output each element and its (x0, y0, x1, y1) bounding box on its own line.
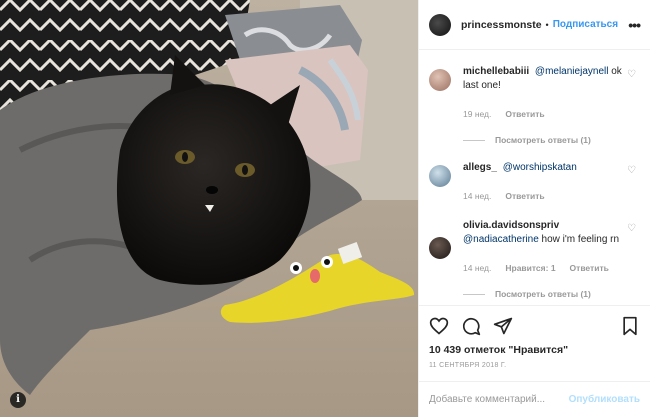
cat-photo-illustration (0, 0, 418, 417)
comment-time[interactable]: 14 нед. (463, 261, 491, 275)
add-comment-bar: Опубликовать (419, 381, 650, 417)
comment-item: michellebabiii @melaniejaynell ok last o… (429, 65, 640, 121)
follow-button[interactable]: Подписаться (553, 19, 618, 30)
share-icon[interactable] (493, 316, 513, 336)
comment-icon[interactable] (461, 316, 481, 336)
view-replies-label: Посмотреть ответы (1) (495, 289, 591, 299)
bookmark-icon[interactable] (620, 316, 640, 336)
post-photo[interactable]: i (0, 0, 418, 417)
heart-icon[interactable]: ♡ (627, 69, 636, 80)
post-username[interactable]: princessmonste (461, 19, 542, 31)
comment-mention[interactable]: @worshipskatan (503, 162, 577, 173)
comment-body: olivia.davidsonspriv @nadiacatherine how… (463, 219, 623, 275)
comments-list: michellebabiii @melaniejaynell ok last o… (419, 51, 650, 304)
reply-button[interactable]: Ответить (570, 261, 609, 275)
comment-item: allegs_ @worshipskatan 14 нед. Ответить … (429, 161, 640, 203)
heart-icon[interactable]: ♡ (627, 165, 636, 176)
comment-body: allegs_ @worshipskatan 14 нед. Ответить (463, 161, 623, 203)
comment-likes-count[interactable]: Нравится: 1 (505, 261, 555, 275)
post-date[interactable]: 11 СЕНТЯБРЯ 2018 Г. (429, 362, 506, 369)
view-replies-label: Посмотреть ответы (1) (495, 135, 591, 145)
comment-meta: 14 нед. Нравится: 1 Ответить (463, 261, 623, 275)
ellipsis-icon[interactable]: ••• (628, 17, 641, 33)
likes-count[interactable]: 10 439 отметок "Нравится" (429, 344, 568, 356)
avatar[interactable] (429, 13, 451, 36)
info-icon[interactable]: i (10, 392, 26, 408)
comment-input[interactable] (429, 394, 569, 405)
heart-icon[interactable] (429, 316, 449, 336)
comment-body: michellebabiii @melaniejaynell ok last o… (463, 65, 623, 121)
heart-icon[interactable]: ♡ (627, 223, 636, 234)
post-header: princessmonste • Подписаться ••• (419, 0, 650, 50)
separator-dot: • (545, 19, 549, 30)
comment-username[interactable]: michellebabiii (463, 66, 529, 77)
comment-mention[interactable]: @melaniejaynell (535, 66, 609, 77)
post-sidebar: princessmonste • Подписаться ••• michell… (418, 0, 650, 417)
comment-item: olivia.davidsonspriv @nadiacatherine how… (429, 219, 640, 275)
divider-line (463, 293, 485, 295)
comment-mention[interactable]: @nadiacatherine (463, 234, 539, 245)
comment-time[interactable]: 14 нед. (463, 189, 491, 203)
reply-button[interactable]: Ответить (505, 107, 544, 121)
comment-username[interactable]: olivia.davidsonspriv (463, 220, 559, 231)
avatar[interactable] (429, 237, 451, 259)
reply-button[interactable]: Ответить (505, 189, 544, 203)
comment-text: how i'm feeling rn (541, 234, 620, 245)
comment-time[interactable]: 19 нед. (463, 107, 491, 121)
view-replies-button[interactable]: Посмотреть ответы (1) (463, 135, 640, 145)
comment-meta: 14 нед. Ответить (463, 189, 623, 203)
publish-button[interactable]: Опубликовать (569, 394, 640, 405)
avatar[interactable] (429, 165, 451, 187)
comment-username[interactable]: allegs_ (463, 162, 497, 173)
avatar[interactable] (429, 69, 451, 91)
divider-line (463, 139, 485, 141)
view-replies-button[interactable]: Посмотреть ответы (1) (463, 289, 640, 299)
comment-meta: 19 нед. Ответить (463, 107, 623, 121)
